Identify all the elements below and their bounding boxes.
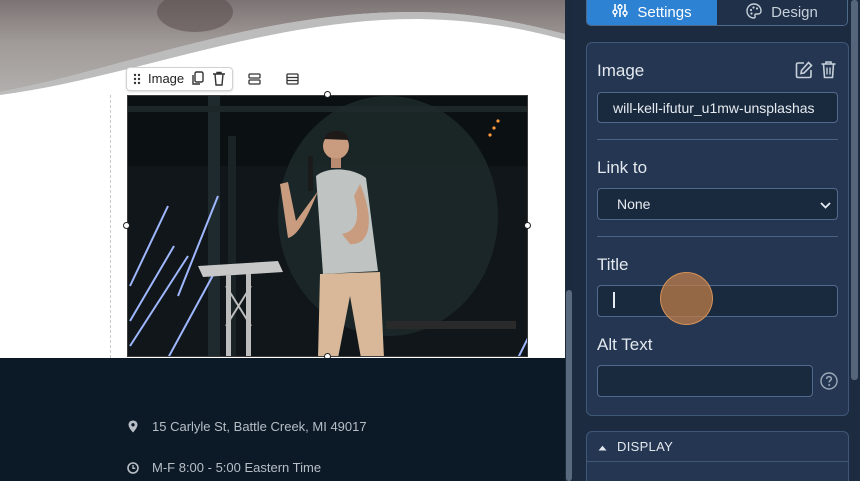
footer-address: 15 Carlyle St, Battle Creek, MI 49017 — [127, 419, 367, 434]
display-section-toggle[interactable]: DISPLAY — [586, 431, 849, 462]
layout-section-icon — [285, 72, 299, 85]
tab-design-label: Design — [771, 4, 818, 21]
duplicate-icon[interactable] — [191, 71, 205, 86]
block-toolbar-main: Image — [126, 66, 234, 91]
image-section-title: Image — [597, 61, 645, 80]
block-type-label: Image — [148, 71, 185, 86]
address-text: 15 Carlyle St, Battle Creek, MI 49017 — [152, 419, 367, 434]
section-settings-button[interactable] — [275, 66, 310, 91]
tab-design[interactable]: Design — [717, 0, 847, 25]
alt-text-label: Alt Text — [597, 335, 653, 354]
link-to-selected-value: None — [617, 196, 651, 212]
drag-handle-icon[interactable] — [133, 73, 141, 85]
panel-tabs: Settings Design — [586, 0, 848, 26]
clock-icon — [127, 461, 139, 475]
sliders-icon — [612, 3, 629, 22]
chevron-down-icon — [820, 196, 831, 212]
tab-settings-label: Settings — [637, 4, 692, 21]
display-section-label: DISPLAY — [617, 438, 674, 454]
delete-image-icon[interactable] — [820, 60, 837, 84]
resize-handle-right[interactable] — [524, 222, 531, 229]
image-filename-field[interactable]: will-kell-ifutur_u1mw-unsplashas — [597, 92, 838, 123]
canvas-scrollbar-thumb[interactable] — [566, 290, 572, 481]
hours-text: M-F 8:00 - 5:00 Eastern Time — [152, 460, 322, 475]
divider — [597, 139, 838, 140]
image-block[interactable] — [127, 95, 528, 357]
block-toolbar: Image — [126, 66, 310, 91]
mouse-cursor-indicator — [660, 272, 713, 325]
edit-icon[interactable] — [795, 61, 813, 84]
footer-hours: M-F 8:00 - 5:00 Eastern Time — [127, 460, 321, 475]
title-input[interactable] — [597, 285, 838, 317]
question-circle-icon[interactable] — [820, 372, 838, 395]
footer-section: 15 Carlyle St, Battle Creek, MI 49017 M-… — [0, 358, 565, 481]
trash-icon[interactable] — [212, 71, 226, 86]
link-to-select[interactable]: None — [597, 188, 838, 220]
panel-scrollbar-thumb[interactable] — [851, 0, 858, 380]
resize-handle-top[interactable] — [324, 91, 331, 98]
resize-handle-left[interactable] — [123, 222, 130, 229]
column-guide — [110, 95, 111, 358]
block-settings-button[interactable] — [237, 66, 272, 91]
alt-text-input[interactable] — [597, 365, 813, 397]
title-label: Title — [597, 255, 629, 274]
link-to-label: Link to — [597, 158, 648, 177]
editor-canvas[interactable]: Image 15 Carlyle St, Battle Creek, MI 49… — [0, 0, 565, 481]
palette-icon — [746, 2, 762, 23]
tab-settings[interactable]: Settings — [587, 0, 717, 25]
caret-up-icon — [598, 439, 607, 454]
speaker-photo — [128, 96, 527, 356]
map-pin-icon — [127, 420, 139, 434]
divider — [597, 236, 838, 237]
text-caret — [613, 292, 615, 308]
layout-rows-icon — [247, 72, 261, 85]
